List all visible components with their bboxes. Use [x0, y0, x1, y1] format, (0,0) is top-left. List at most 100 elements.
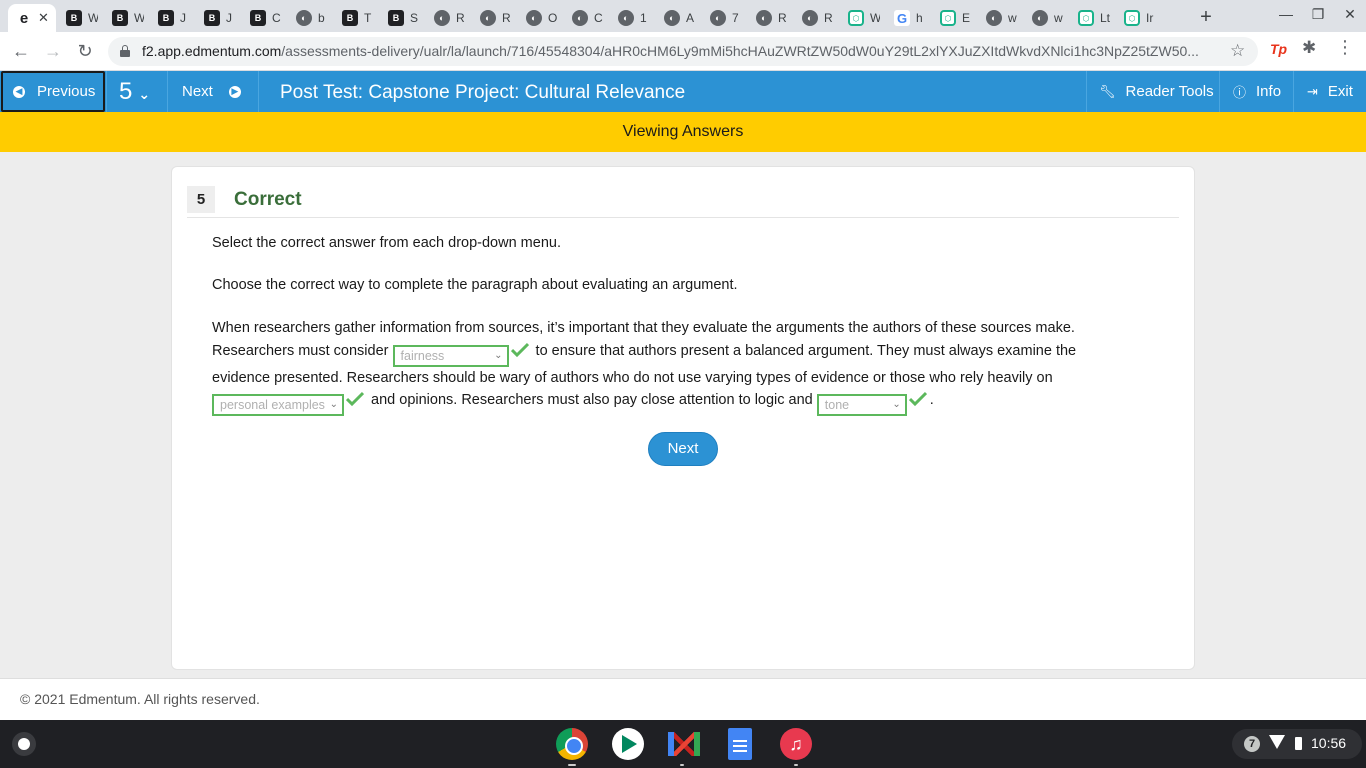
page-footer: © 2021 Edmentum. All rights reserved.	[0, 678, 1366, 720]
tab-label: h	[916, 11, 923, 25]
b-icon: B	[204, 10, 220, 26]
previous-button[interactable]: ◀ Previous	[1, 71, 105, 112]
tab-item[interactable]: ◐ w	[1024, 4, 1070, 32]
exit-button[interactable]: ⇥ Exit	[1293, 71, 1366, 112]
chevron-down-icon: ⌄	[138, 86, 151, 102]
tab-label: w	[1054, 11, 1063, 25]
result-status: Correct	[234, 189, 302, 210]
tab-item[interactable]: BJ	[150, 4, 196, 32]
bookmark-star-icon[interactable]: ☆	[1230, 41, 1245, 61]
tab-label: R	[824, 11, 833, 25]
clock-time: 10:56	[1311, 735, 1347, 751]
hex-icon: ⬡	[940, 10, 956, 26]
answer-dropdown-1[interactable]: fairness ⌄	[392, 344, 509, 367]
tab-item[interactable]: ◐ O	[518, 4, 564, 32]
tab-item[interactable]: BC	[242, 4, 288, 32]
previous-label: Previous	[37, 83, 96, 100]
tab-label: W	[870, 11, 880, 25]
address-bar[interactable]: f2.app.edmentum.com/assessments-delivery…	[108, 37, 1258, 66]
tab-item[interactable]: ◐ R	[794, 4, 840, 32]
restore-icon[interactable]: ❐	[1308, 6, 1328, 23]
answer-dropdown-3[interactable]: tone ⌄	[816, 394, 907, 416]
tab-item[interactable]: ◐ w	[978, 4, 1024, 32]
next-question-button[interactable]: Next	[648, 432, 718, 466]
assessment-header: ◀ Previous 5 ⌄ Next ▶ Post Test: Capston…	[0, 71, 1366, 112]
gmail-icon[interactable]	[668, 728, 700, 760]
paragraph-text: and opinions. Researchers must also pay …	[367, 392, 817, 408]
google-icon: G	[894, 10, 910, 26]
battery-icon	[1295, 737, 1302, 750]
tab-item[interactable]: ⬡ E	[932, 4, 978, 32]
tab-item[interactable]: ◐ R	[748, 4, 794, 32]
minimize-icon[interactable]: —	[1276, 6, 1296, 22]
tab-edmentum[interactable]: e ✕	[8, 4, 56, 32]
tab-item[interactable]: BW	[58, 4, 104, 32]
play-store-icon[interactable]	[612, 728, 644, 760]
tab-label: 7	[732, 11, 739, 25]
lock-icon	[120, 45, 130, 57]
tab-item[interactable]: ⬡ W	[840, 4, 886, 32]
chevron-down-icon: ⌄	[494, 349, 503, 361]
question-paragraph: When researchers gather information from…	[212, 317, 1112, 416]
status-tray[interactable]: 7 10:56	[1232, 729, 1362, 759]
notification-count: 7	[1244, 736, 1260, 752]
reader-tools-button[interactable]: 🔧︎ Reader Tools	[1086, 71, 1219, 112]
chrome-app-icon[interactable]	[556, 728, 588, 760]
tab-item[interactable]: ◐ R	[472, 4, 518, 32]
globe-icon: ◐	[296, 10, 312, 26]
url-text[interactable]: f2.app.edmentum.com/assessments-delivery…	[142, 43, 1216, 59]
chrome-menu-icon[interactable]: ⋮	[1336, 37, 1354, 58]
next-button[interactable]: Next ▶	[169, 71, 259, 112]
b-icon: B	[158, 10, 174, 26]
tab-close-icon[interactable]: ✕	[38, 10, 49, 26]
info-icon: ⓘ	[1233, 85, 1247, 100]
extensions-puzzle-icon[interactable]: ✱	[1302, 38, 1316, 58]
edmentum-icon: e	[19, 9, 29, 27]
tab-item[interactable]: ◐ 1	[610, 4, 656, 32]
globe-icon: ◐	[572, 10, 588, 26]
hex-icon: ⬡	[1124, 10, 1140, 26]
back-arrow-icon[interactable]: ←	[10, 40, 32, 62]
tab-item[interactable]: BT	[334, 4, 380, 32]
globe-icon: ◐	[710, 10, 726, 26]
chevron-down-icon: ⌄	[892, 399, 901, 410]
paragraph-text: .	[929, 392, 934, 408]
hex-icon: ⬡	[1078, 10, 1094, 26]
window-close-icon[interactable]: ✕	[1340, 6, 1360, 23]
tab-label: S	[410, 11, 419, 25]
new-tab-button[interactable]: +	[1196, 6, 1216, 29]
globe-icon: ◐	[526, 10, 542, 26]
tab-label: R	[502, 11, 511, 25]
tab-item[interactable]: ◐ b	[288, 4, 334, 32]
tab-item[interactable]: ◐ R	[426, 4, 472, 32]
question-number-dropdown[interactable]: 5 ⌄	[106, 71, 168, 112]
check-icon	[510, 342, 529, 357]
tp-extension-icon[interactable]: Tp	[1270, 41, 1287, 57]
tab-item[interactable]: Gh	[886, 4, 932, 32]
tab-item[interactable]: BS	[380, 4, 426, 32]
globe-icon: ◐	[1032, 10, 1048, 26]
globe-icon: ◐	[664, 10, 680, 26]
tab-item[interactable]: ◐ 7	[702, 4, 748, 32]
page-title: Post Test: Capstone Project: Cultural Re…	[280, 82, 686, 103]
wrench-icon: 🔧︎	[1099, 83, 1116, 99]
google-docs-icon[interactable]	[728, 728, 752, 760]
prompt-text: Choose the correct way to complete the p…	[212, 277, 738, 293]
tab-label: W	[134, 11, 144, 25]
tab-item[interactable]: ◐ C	[564, 4, 610, 32]
chevron-down-icon: ⌄	[329, 399, 338, 410]
answer-dropdown-2[interactable]: personal examples ⌄	[212, 394, 344, 416]
tab-label: R	[778, 11, 787, 25]
launcher-icon[interactable]	[12, 732, 36, 756]
forward-arrow-icon[interactable]: →	[42, 40, 64, 62]
tab-item[interactable]: ⬡ Ir	[1116, 4, 1162, 32]
reload-icon[interactable]: ↻	[74, 40, 96, 62]
info-button[interactable]: ⓘ Info	[1219, 71, 1293, 112]
tab-item[interactable]: ◐ A	[656, 4, 702, 32]
tab-item[interactable]: BW	[104, 4, 150, 32]
tab-item[interactable]: BJ	[196, 4, 242, 32]
music-app-icon[interactable]: ♫	[780, 728, 812, 760]
browser-toolbar: ← → ↻ f2.app.edmentum.com/assessments-de…	[0, 32, 1366, 71]
check-icon	[346, 391, 364, 407]
tab-item[interactable]: ⬡ Lt	[1070, 4, 1116, 32]
